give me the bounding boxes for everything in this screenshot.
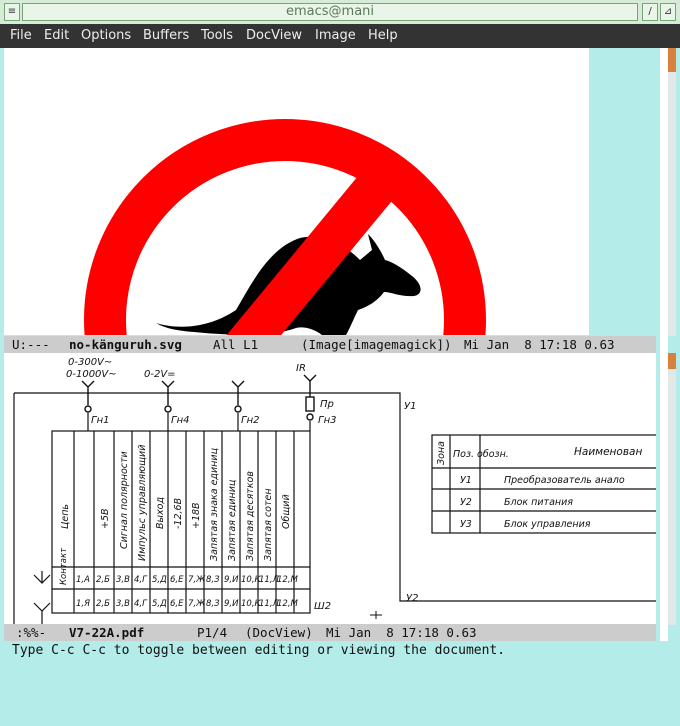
contact-cell: 4,Г [134, 575, 148, 585]
echo-message: Type C-c C-c to toggle between editing o… [12, 643, 506, 658]
table-header-pos: Поз. обозн. [453, 449, 509, 460]
top-mode-line[interactable]: U:--- no-känguruh.svg All L1 (Image[imag… [4, 336, 656, 353]
table-row-pos: У3 [460, 519, 472, 530]
contact-cell: 5,Д [152, 599, 167, 609]
docview-buffer-window[interactable]: 0-300V~ 0-1000V~ 0-2V= IR Гн1 Гн4 Гн2 Гн… [4, 353, 656, 624]
table-header-name: Наименован [574, 446, 642, 458]
menu-bar: File Edit Options Buffers Tools DocView … [0, 24, 680, 48]
contact-cell: 6,Е [170, 599, 184, 609]
contact-cell: 7,Ж [188, 599, 206, 609]
contact-cell: 12,М [277, 599, 299, 609]
contact-cell: 8,З [206, 599, 220, 609]
contact-cell: 12,М [277, 575, 299, 585]
buffer-status: U:--- [12, 337, 50, 352]
col-label: Запятая сотен [263, 488, 274, 561]
contact-cell: 2,Б [96, 575, 110, 585]
buffer-position: P1/4 [197, 625, 228, 640]
table-row-name: Блок управления [504, 519, 591, 530]
top-scrollbar[interactable] [668, 48, 676, 336]
bottom-scrollbar-thumb[interactable] [668, 353, 676, 369]
col-label: -12,6В [173, 498, 184, 529]
col-label: Выход [155, 497, 166, 529]
fuse-label: Пр [320, 399, 334, 410]
top-scrollbar-thumb[interactable] [668, 48, 676, 72]
unit-u2-label: У2 [406, 593, 418, 604]
no-kangaroo-image [84, 119, 486, 335]
contact-cell: 9,И [224, 575, 239, 585]
col-label: +18В [191, 502, 202, 529]
col-label: Сигнал полярности [119, 451, 130, 549]
window-menu-button[interactable]: ≡ [4, 3, 20, 21]
menu-options[interactable]: Options [81, 24, 131, 48]
menu-edit[interactable]: Edit [44, 24, 69, 48]
connector-gn2: Гн2 [241, 415, 259, 426]
buffer-name[interactable]: V7-22A.pdf [69, 624, 144, 641]
unit-u1-label: У1 [404, 401, 416, 412]
title-bar: ≡ emacs@mani / ⊿ [0, 0, 680, 25]
contact-cell: 9,И [224, 599, 239, 609]
bottom-scrollbar[interactable] [668, 353, 676, 625]
connector-sh2-label: Ш2 [314, 601, 331, 612]
menu-image[interactable]: Image [315, 24, 356, 48]
buffer-status: :%%- [16, 625, 47, 640]
bottom-mode-line[interactable]: :%%- V7-22A.pdf P1/4 (DocView) Mi Jan 8 … [4, 624, 656, 641]
contact-cell: 7,Ж [188, 575, 206, 585]
input-label-2v: 0-2V= [144, 369, 176, 380]
echo-area[interactable]: Type C-c C-c to toggle between editing o… [0, 641, 680, 663]
connector-gn1: Гн1 [91, 415, 109, 426]
table-row-name: Блок питания [504, 497, 573, 508]
col-label: Запятая десятков [245, 471, 256, 561]
contact-cell: 4,Г [134, 599, 148, 609]
window-title: emacs@mani [285, 4, 375, 19]
col-label: +5В [100, 508, 111, 529]
contacts-label: Контакт [59, 547, 69, 585]
table-row-name: Преобразователь анало [504, 475, 625, 486]
image-margin [589, 48, 656, 335]
col-label: Запятая единиц [227, 480, 238, 561]
buffer-position: All L1 [213, 337, 259, 352]
contact-cell: 5,Д [152, 575, 167, 585]
iconify-button[interactable]: / [642, 3, 658, 21]
table-header-zone: Зона [436, 441, 447, 465]
col-label: Цепь [60, 504, 71, 529]
connector-gn3: Гн3 [318, 415, 336, 426]
parts-table-text: Зона Поз. обозн. Наименован У1 Преобразо… [436, 441, 642, 530]
col-label: Общий [281, 494, 292, 529]
menu-help[interactable]: Help [368, 24, 398, 48]
maximize-button[interactable]: ⊿ [660, 3, 676, 21]
buffer-name[interactable]: no-känguruh.svg [69, 336, 182, 353]
col-label: Импульс управляющий [137, 445, 148, 561]
major-mode[interactable]: (Image[imagemagick]) [301, 336, 452, 353]
schematic-page: 0-300V~ 0-1000V~ 0-2V= IR Гн1 Гн4 Гн2 Гн… [13, 357, 656, 624]
contact-cell: 1,А [76, 575, 90, 585]
contact-cell: 6,Е [170, 575, 184, 585]
input-label-300v: 0-300V~ [68, 357, 112, 368]
menu-file[interactable]: File [10, 24, 32, 48]
connector-gn4: Гн4 [171, 415, 189, 426]
mode-line-time: Mi Jan 8 17:18 0.63 [464, 337, 615, 352]
input-label-1000v: 0-1000V~ [66, 369, 117, 380]
major-mode[interactable]: (DocView) [245, 624, 313, 641]
menu-docview[interactable]: DocView [246, 24, 302, 48]
title-frame[interactable]: emacs@mani [22, 3, 638, 21]
col-label: Запятая знака единиц [209, 448, 220, 561]
contact-cell: 3,В [116, 599, 130, 609]
table-row-pos: У2 [460, 497, 472, 508]
input-symbols [81, 374, 317, 421]
contact-cell: 2,Б [96, 599, 110, 609]
window-divider [660, 48, 668, 648]
contact-cell: 8,З [206, 575, 220, 585]
contact-cell: 1,Я [76, 599, 90, 609]
column-labels: Цепь +5В Сигнал полярности Импульс управ… [60, 445, 292, 561]
bottom-connector-symbol [370, 611, 382, 619]
menu-buffers[interactable]: Buffers [143, 24, 189, 48]
table-row-pos: У1 [460, 475, 472, 486]
image-buffer-window[interactable] [4, 48, 656, 335]
contact-cell: 3,В [116, 575, 130, 585]
mode-line-time: Mi Jan 8 17:18 0.63 [326, 625, 477, 640]
input-label-ir: IR [296, 363, 306, 374]
menu-tools[interactable]: Tools [201, 24, 233, 48]
